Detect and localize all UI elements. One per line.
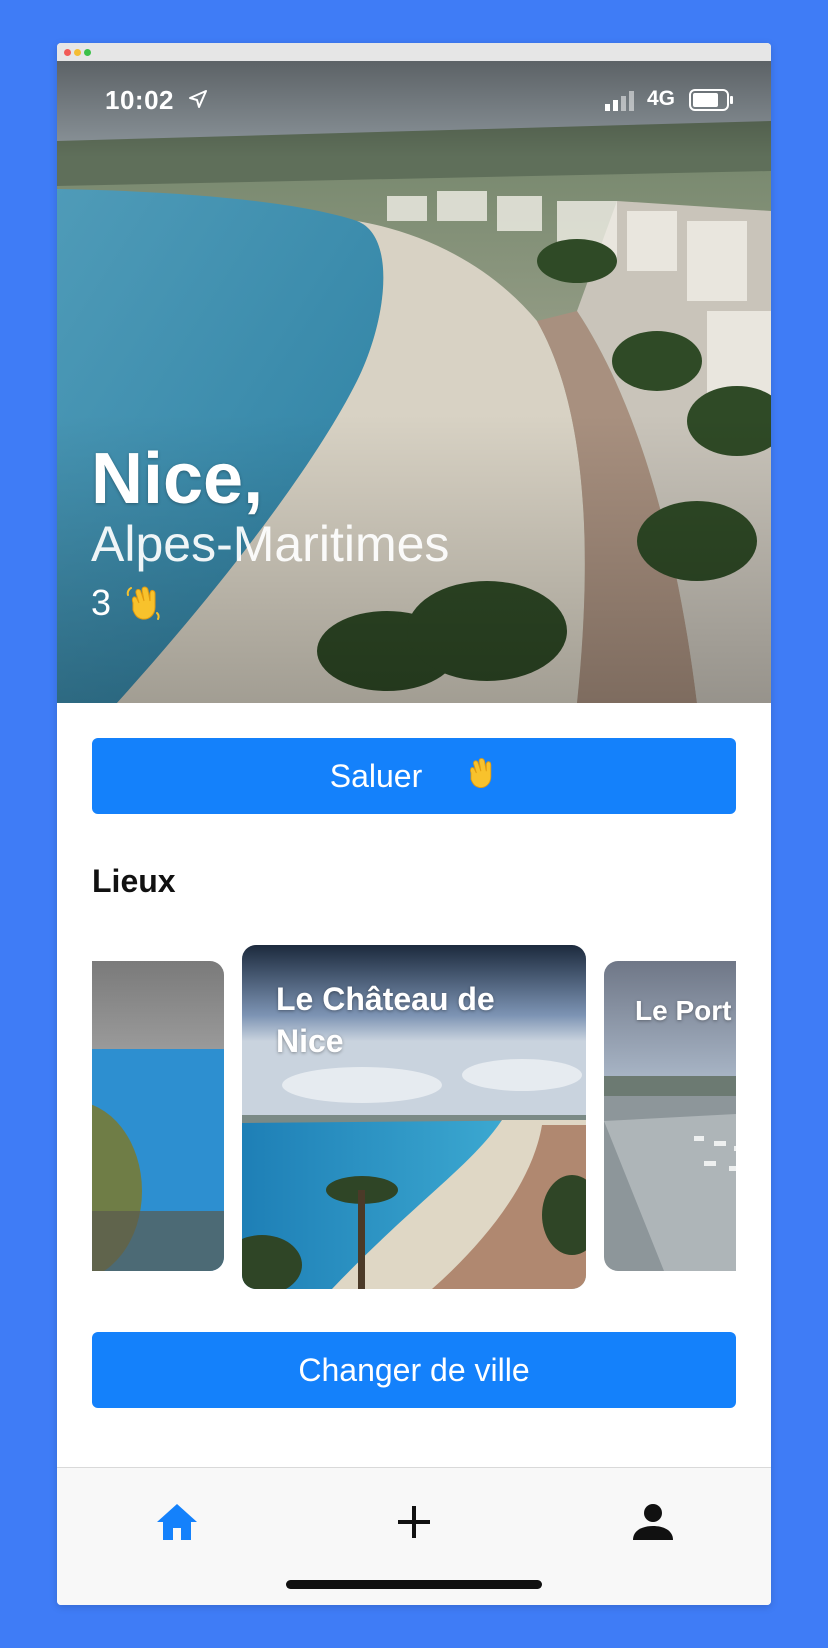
change-city-button[interactable]: Changer de ville (92, 1332, 736, 1408)
close-window-dot[interactable] (64, 49, 71, 56)
place-card-label: Le Château de Nice (276, 981, 495, 1059)
network-type: 4G (647, 87, 676, 110)
signal-icon (605, 91, 634, 111)
minimize-window-dot[interactable] (74, 49, 81, 56)
places-carousel[interactable]: Le Château de Nice Le Port (92, 943, 736, 1303)
app-window: 10:02 4G Nice, Alpes-Maritimes 3 Saluer … (57, 43, 771, 1605)
plus-icon[interactable] (388, 1496, 440, 1548)
maximize-window-dot[interactable] (84, 49, 91, 56)
place-card[interactable]: Le Château de Nice (242, 945, 586, 1289)
place-card-label: Le Port (635, 995, 732, 1026)
hero-banner: 10:02 4G Nice, Alpes-Maritimes 3 (57, 61, 771, 703)
wave-count: 3 (91, 583, 163, 623)
home-icon[interactable] (151, 1496, 203, 1548)
place-card[interactable] (92, 961, 224, 1271)
hero-photo (57, 61, 771, 703)
change-city-label: Changer de ville (298, 1351, 530, 1388)
greet-button-label: Saluer (329, 757, 423, 794)
location-arrow-icon (189, 90, 207, 108)
window-titlebar (57, 43, 771, 61)
greet-button[interactable]: Saluer (92, 738, 736, 814)
wave-count-value: 3 (91, 582, 112, 623)
waving-hand-icon (470, 758, 492, 788)
status-bar: 10:02 4G (57, 61, 771, 125)
status-time: 10:02 (105, 85, 174, 115)
battery-icon (689, 89, 733, 111)
region-name: Alpes-Maritimes (91, 516, 450, 572)
waving-hand-icon (126, 586, 160, 620)
person-icon[interactable] (627, 1496, 679, 1548)
bottom-nav (57, 1467, 771, 1605)
home-indicator[interactable] (286, 1580, 542, 1589)
city-name: Nice, (91, 439, 264, 519)
place-card-image (92, 961, 224, 1271)
places-section-title: Lieux (92, 863, 176, 899)
place-card[interactable]: Le Port (604, 961, 736, 1271)
